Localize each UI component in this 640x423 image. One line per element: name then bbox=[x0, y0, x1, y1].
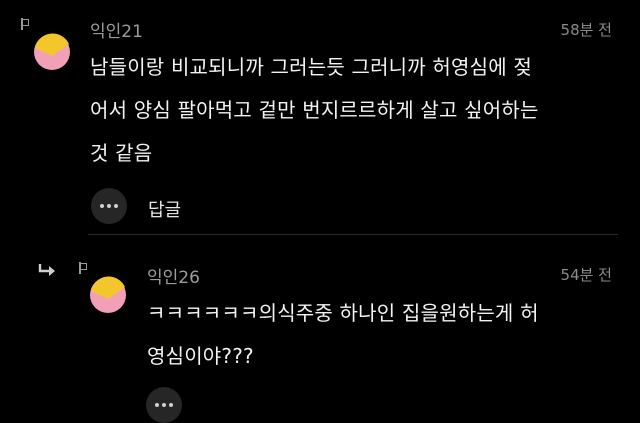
more-options-button[interactable] bbox=[146, 387, 182, 423]
comment-line: 어서 양심 팔아먹고 겉만 번지르르하게 살고 싶어하는 bbox=[90, 98, 539, 122]
reply-button[interactable]: 답글 bbox=[148, 196, 181, 222]
comment-line: 남들이랑 비교되니까 그러는듯 그러니까 허영심에 젖 bbox=[90, 55, 532, 79]
username[interactable]: 익인21 bbox=[90, 17, 143, 42]
divider bbox=[88, 234, 618, 235]
avatar-icon bbox=[34, 33, 70, 70]
comment-text: 남들이랑 비교되니까 그러는듯 그러니까 허영심에 젖 어서 양심 팔아먹고 겉… bbox=[90, 46, 539, 175]
avatar bbox=[32, 32, 72, 72]
flag-icon[interactable] bbox=[79, 262, 87, 274]
more-options-button[interactable] bbox=[91, 188, 127, 224]
avatar-icon bbox=[90, 276, 126, 313]
comment-text: ㅋㅋㅋㅋㅋㅋ의식주중 하나인 집을원하는게 허 영심이야??? bbox=[147, 292, 539, 378]
comment-line: 것 같음 bbox=[90, 141, 153, 165]
comment-line: 영심이야??? bbox=[147, 344, 254, 368]
username[interactable]: 익인26 bbox=[147, 263, 200, 288]
avatar bbox=[88, 275, 128, 315]
comment-line: ㅋㅋㅋㅋㅋㅋ의식주중 하나인 집을원하는게 허 bbox=[147, 301, 539, 325]
reply-comment-item: 익인26 54분 전 ㅋㅋㅋㅋㅋㅋ의식주중 하나인 집을원하는게 허 영심이야?… bbox=[0, 248, 640, 423]
timestamp: 58분 전 bbox=[560, 21, 612, 39]
comment-item: 익인21 58분 전 남들이랑 비교되니까 그러는듯 그러니까 허영심에 젖 어… bbox=[0, 0, 640, 234]
more-options-icon bbox=[155, 403, 159, 407]
flag-icon[interactable] bbox=[21, 18, 29, 30]
more-options-icon bbox=[100, 204, 104, 208]
timestamp: 54분 전 bbox=[560, 266, 612, 284]
